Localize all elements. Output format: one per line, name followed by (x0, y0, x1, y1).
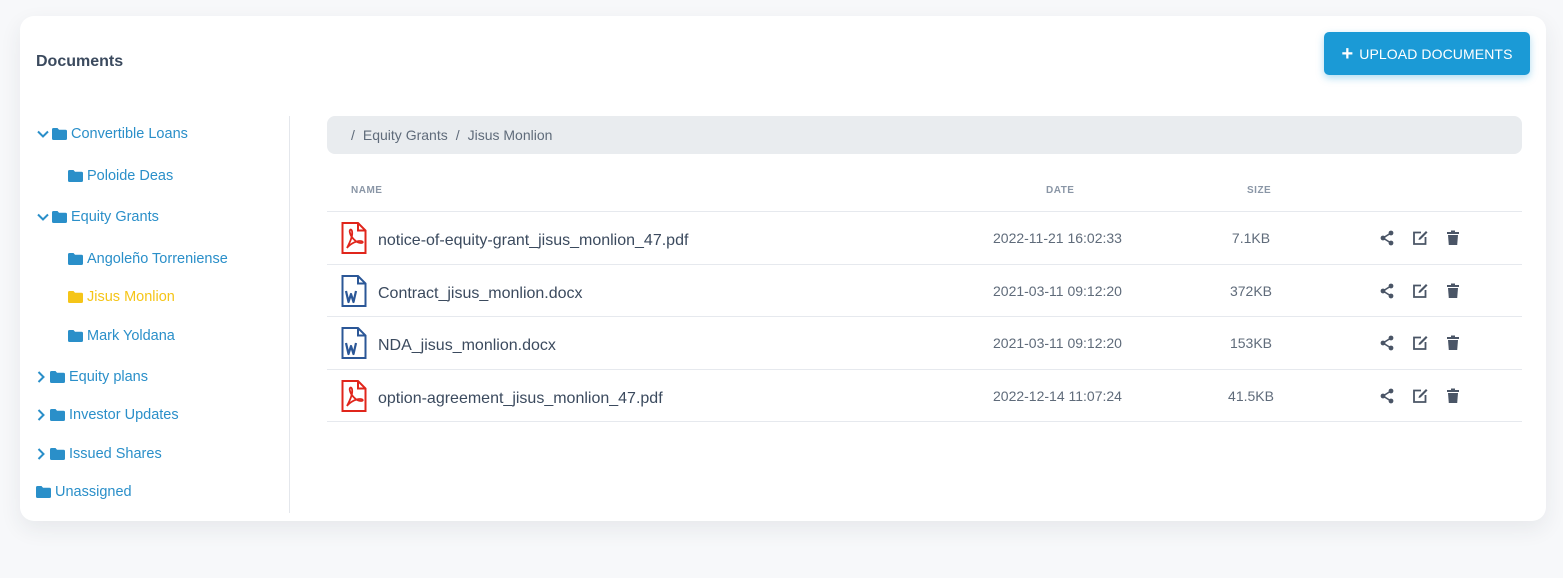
tree-item-unassigned[interactable]: Unassigned (36, 484, 132, 500)
folder-icon (50, 409, 65, 421)
file-name-link[interactable]: notice-of-equity-grant_jisus_monlion_47.… (378, 232, 688, 250)
tree-item-equity-grants[interactable]: Equity Grants (36, 209, 159, 225)
breadcrumb-item-current: Jisus Monlion (467, 127, 553, 143)
row-actions (1379, 335, 1478, 351)
folder-tree: Convertible Loans Poloide Deas Equity Gr… (20, 116, 290, 513)
upload-button-label: UPLOAD DOCUMENTS (1359, 45, 1513, 62)
word-file-icon (341, 274, 367, 307)
table-row: Contract_jisus_monlion.docx 2021-03-11 0… (327, 265, 1522, 317)
tree-item-label: Jisus Monlion (87, 289, 175, 305)
row-actions (1379, 230, 1478, 246)
file-date: 2022-12-14 11:07:24 (993, 387, 1122, 404)
row-actions (1379, 388, 1478, 404)
file-name-link[interactable]: NDA_jisus_monlion.docx (378, 337, 556, 355)
breadcrumb-separator: / (351, 127, 355, 143)
share-icon[interactable] (1379, 388, 1395, 404)
pdf-file-icon (341, 379, 367, 412)
documents-card: Documents + UPLOAD DOCUMENTS Convertible… (20, 16, 1546, 521)
tree-item-investor-updates[interactable]: Investor Updates (34, 407, 179, 423)
folder-icon (50, 371, 65, 383)
table-header: NAME DATE SIZE (327, 176, 1522, 212)
tree-item-convertible-loans[interactable]: Convertible Loans (36, 126, 188, 142)
tree-item-issued-shares[interactable]: Issued Shares (34, 446, 162, 462)
tree-item-label: Convertible Loans (71, 126, 188, 142)
tree-item-label: Investor Updates (69, 407, 179, 423)
chevron-right-icon[interactable] (34, 447, 48, 461)
breadcrumb: / Equity Grants / Jisus Monlion (327, 116, 1522, 154)
trash-icon[interactable] (1445, 335, 1461, 351)
file-size: 7.1KB (1231, 230, 1271, 246)
column-header-date[interactable]: DATE (1046, 185, 1074, 196)
edit-icon[interactable] (1412, 230, 1428, 246)
chevron-down-icon[interactable] (36, 127, 50, 141)
chevron-right-icon[interactable] (34, 408, 48, 422)
edit-icon[interactable] (1412, 335, 1428, 351)
table-row: NDA_jisus_monlion.docx 2021-03-11 09:12:… (327, 317, 1522, 370)
file-size: 41.5KB (1228, 387, 1274, 404)
file-size: 153KB (1229, 335, 1273, 351)
file-name-link[interactable]: Contract_jisus_monlion.docx (378, 285, 583, 303)
column-header-size[interactable]: SIZE (1247, 185, 1271, 196)
tree-item-equity-plans[interactable]: Equity plans (34, 369, 148, 385)
tree-item-mark-yoldana[interactable]: Mark Yoldana (68, 328, 175, 344)
tree-item-label: Equity Grants (71, 209, 159, 225)
folder-icon (52, 128, 67, 140)
share-icon[interactable] (1379, 335, 1395, 351)
tree-item-angoleno-torreniense[interactable]: Angoleño Torreniense (68, 251, 228, 267)
word-file-icon (341, 327, 367, 359)
breadcrumb-separator: / (455, 127, 460, 143)
tree-item-label: Unassigned (55, 484, 132, 500)
folder-icon (68, 253, 83, 265)
plus-icon: + (1341, 42, 1354, 65)
column-header-name[interactable]: NAME (351, 185, 382, 196)
tree-item-label: Equity plans (69, 369, 148, 385)
tree-item-label: Angoleño Torreniense (87, 251, 228, 267)
file-date: 2021-03-11 09:12:20 (993, 282, 1122, 299)
folder-icon (36, 486, 51, 498)
trash-icon[interactable] (1445, 283, 1461, 299)
table-row: option-agreement_jisus_monlion_47.pdf 20… (327, 370, 1522, 422)
pdf-file-icon (341, 222, 367, 254)
upload-documents-button[interactable]: + UPLOAD DOCUMENTS (1324, 32, 1530, 75)
chevron-down-icon[interactable] (36, 210, 50, 224)
share-icon[interactable] (1379, 283, 1395, 299)
table-row: notice-of-equity-grant_jisus_monlion_47.… (327, 212, 1522, 265)
folder-icon (68, 291, 83, 303)
chevron-right-icon[interactable] (34, 370, 48, 384)
tree-item-label: Poloide Deas (87, 168, 174, 184)
edit-icon[interactable] (1412, 388, 1428, 404)
breadcrumb-item-equity-grants[interactable]: Equity Grants (363, 127, 448, 143)
folder-icon (52, 211, 67, 223)
share-icon[interactable] (1379, 230, 1395, 246)
tree-item-poloide-deas[interactable]: Poloide Deas (68, 168, 173, 184)
trash-icon[interactable] (1445, 230, 1461, 246)
file-date: 2022-11-21 16:02:33 (993, 230, 1122, 246)
file-name-link[interactable]: option-agreement_jisus_monlion_47.pdf (378, 390, 663, 408)
tree-item-label: Mark Yoldana (87, 328, 175, 344)
edit-icon[interactable] (1412, 283, 1428, 299)
row-actions (1379, 283, 1478, 299)
file-date: 2021-03-11 09:12:20 (993, 335, 1122, 351)
folder-icon (50, 448, 65, 460)
trash-icon[interactable] (1445, 388, 1461, 404)
page-title: Documents (36, 53, 124, 70)
tree-item-label: Issued Shares (69, 446, 162, 462)
documents-table: NAME DATE SIZE notice-of-equity-grant_ji… (327, 176, 1522, 422)
folder-icon (68, 170, 83, 182)
folder-icon (68, 330, 83, 342)
file-size: 372KB (1229, 282, 1273, 299)
tree-item-jisus-monlion[interactable]: Jisus Monlion (68, 289, 175, 305)
